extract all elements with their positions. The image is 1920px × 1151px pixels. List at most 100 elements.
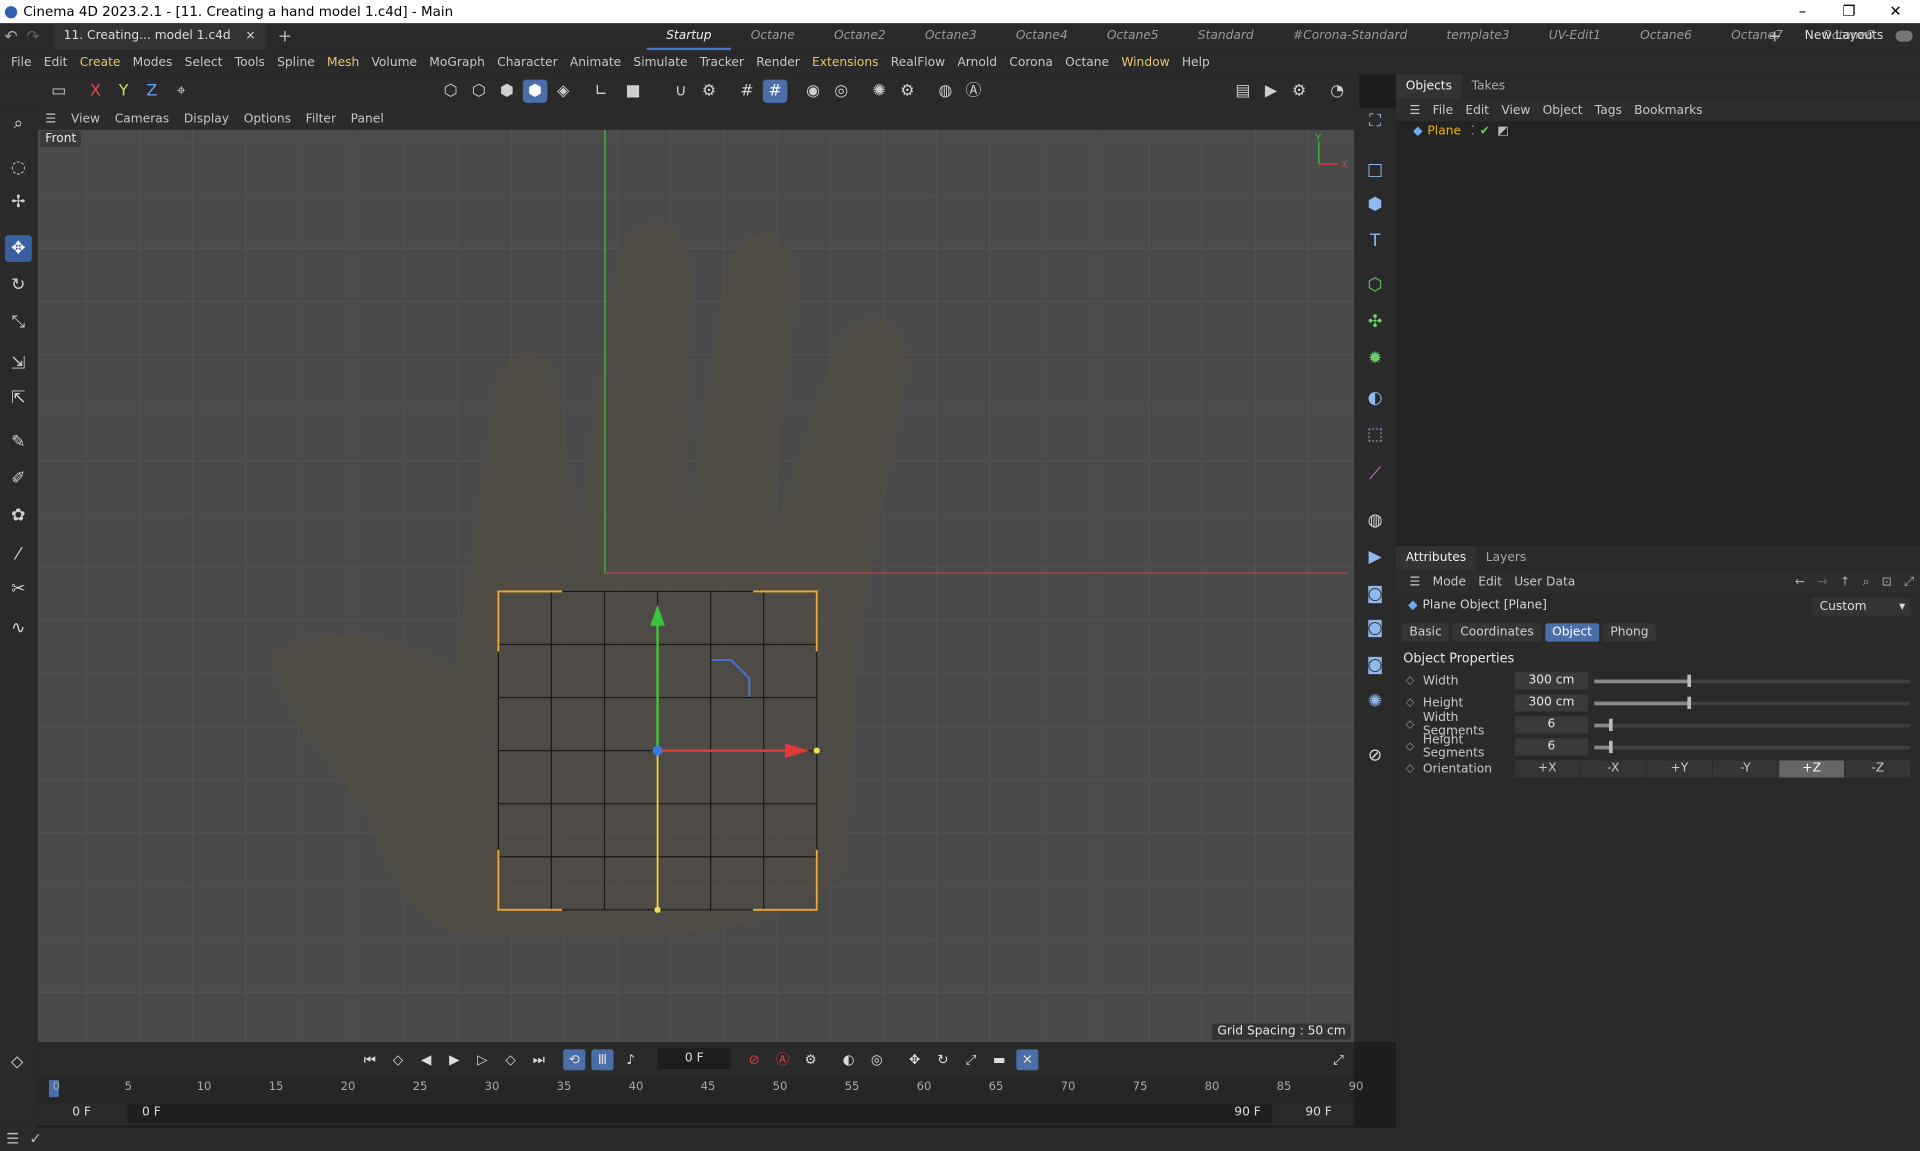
render-icon[interactable]: ⊘: [1362, 742, 1389, 769]
viewport-settings-icon[interactable]: ⚙: [895, 80, 919, 103]
menu-item[interactable]: Character: [491, 56, 564, 69]
subtab-object[interactable]: Object: [1544, 623, 1600, 642]
slider-knob[interactable]: [1687, 696, 1692, 709]
magnet-icon[interactable]: ∪: [669, 80, 693, 103]
environment-icon[interactable]: ◍: [1362, 507, 1389, 534]
field-icon[interactable]: ⬚: [1362, 421, 1389, 448]
layout-tab[interactable]: template3: [1427, 23, 1529, 50]
sky-icon[interactable]: ◔: [1325, 80, 1349, 103]
property-slider[interactable]: [1594, 696, 1911, 709]
arnold-icon[interactable]: Ⓐ: [961, 80, 985, 103]
nav-back-icon[interactable]: ←: [1789, 575, 1812, 588]
brush-icon[interactable]: ⁄: [5, 541, 32, 568]
objects-menu-item[interactable]: Object: [1537, 103, 1589, 116]
layout-tab[interactable]: Octane3: [905, 23, 996, 50]
snap-settings-icon[interactable]: ⚙: [697, 80, 721, 103]
orientation-button[interactable]: -Z: [1845, 760, 1911, 778]
lock-z-button[interactable]: Z: [140, 80, 164, 103]
menu-item[interactable]: Modes: [127, 56, 179, 69]
spline-icon[interactable]: ⟋: [1362, 460, 1389, 487]
layout-tab[interactable]: Octane: [731, 23, 814, 50]
layout-tab[interactable]: Standard: [1178, 23, 1273, 50]
start-frame-field[interactable]: 0 F: [72, 1106, 91, 1119]
objects-menu-icon[interactable]: ☰: [1403, 103, 1426, 116]
octane-icon[interactable]: ◍: [933, 80, 957, 103]
menu-item[interactable]: Spline: [271, 56, 321, 69]
key-rot-icon[interactable]: ↻: [932, 1049, 954, 1070]
layout-tab[interactable]: Octane4: [996, 23, 1087, 50]
visibility-dots-icon[interactable]: ⁚: [1471, 124, 1475, 137]
menu-item[interactable]: Octane: [1059, 56, 1115, 69]
redo-icon[interactable]: ↷: [22, 28, 44, 46]
property-value-field[interactable]: 300 cm: [1514, 694, 1589, 712]
timeline-expand-icon[interactable]: ⤢: [1327, 1049, 1349, 1070]
menu-item[interactable]: Create: [74, 56, 127, 69]
stage-icon[interactable]: ◙: [1362, 615, 1389, 642]
menu-item[interactable]: Extensions: [806, 56, 885, 69]
keyframe-diamond-icon[interactable]: ◇: [1406, 697, 1416, 709]
viewport-menu-icon[interactable]: ☰: [38, 112, 64, 125]
record-icon[interactable]: ⊘: [743, 1049, 765, 1070]
preview-start-field[interactable]: 0 F: [142, 1106, 161, 1119]
viewport-menu-item[interactable]: Panel: [343, 112, 391, 125]
symmetry-icon[interactable]: ◎: [829, 80, 853, 103]
scene-camera-icon[interactable]: ▶: [1362, 544, 1389, 571]
move-tool-icon[interactable]: ✥: [4, 235, 32, 263]
camera-icon[interactable]: ⛶: [1362, 108, 1389, 135]
viewport-menu-item[interactable]: Cameras: [107, 112, 176, 125]
points-mode-icon[interactable]: ⬡: [438, 80, 462, 103]
enabled-check-icon[interactable]: ✔: [1480, 124, 1490, 137]
objects-tab[interactable]: Takes: [1462, 75, 1515, 99]
menu-item[interactable]: Help: [1176, 56, 1216, 69]
loop-icon[interactable]: ⟲: [563, 1049, 586, 1071]
menu-item[interactable]: Corona: [1003, 56, 1059, 69]
menu-item[interactable]: Volume: [365, 56, 423, 69]
menu-item[interactable]: Window: [1115, 56, 1176, 69]
layout-tab[interactable]: Octane5: [1087, 23, 1178, 50]
rotate-tool-icon[interactable]: ↻: [5, 272, 32, 299]
menu-item[interactable]: Tools: [229, 56, 271, 69]
viewport-front[interactable]: Y X Front Grid Spacing : 50 cm: [37, 129, 1355, 1043]
workplane-snap-icon[interactable]: #: [762, 79, 788, 103]
menu-item[interactable]: File: [5, 56, 38, 69]
property-value-field[interactable]: 300 cm: [1514, 672, 1589, 690]
property-slider[interactable]: [1594, 740, 1911, 754]
keyframe-diamond-icon[interactable]: ◇: [1406, 675, 1416, 687]
layout-tab[interactable]: UV-Edit1: [1529, 23, 1620, 50]
property-value-field[interactable]: 6: [1514, 738, 1589, 756]
subdivision-icon[interactable]: ⬡: [1362, 272, 1389, 299]
knife-icon[interactable]: ✂: [5, 576, 32, 603]
spline-pen-icon[interactable]: ✐: [5, 465, 32, 492]
pen-tool-icon[interactable]: ✎: [5, 429, 32, 456]
object-name[interactable]: Plane: [1427, 124, 1461, 137]
range-slider[interactable]: [127, 1104, 1273, 1123]
attr-newpanel-icon[interactable]: ⤢: [1898, 575, 1920, 588]
timeline-ruler[interactable]: 0 5 10 15 20 25 30 35 40 45 50 55 60 65 70 75 80 85 90: [37, 1076, 1363, 1104]
attributes-menu-item[interactable]: Mode: [1427, 575, 1473, 588]
objects-menu-item[interactable]: Tags: [1589, 103, 1628, 116]
prev-frame-icon[interactable]: ◀: [415, 1049, 437, 1070]
property-slider[interactable]: [1594, 674, 1911, 687]
orientation-button[interactable]: -Y: [1713, 760, 1778, 778]
nav-up-icon[interactable]: ↑: [1834, 575, 1857, 588]
next-frame-icon[interactable]: ▷: [471, 1049, 493, 1070]
layout-tab[interactable]: #Corona-Standard: [1273, 23, 1427, 50]
keyframe-icon[interactable]: ◇: [11, 1053, 23, 1071]
menu-item[interactable]: MoGraph: [423, 56, 491, 69]
render-view-icon[interactable]: ▶: [1259, 80, 1283, 103]
render-region-icon[interactable]: ▤: [1231, 80, 1255, 103]
slider-knob[interactable]: [1608, 740, 1613, 754]
layout-tab[interactable]: Octane7: [1712, 23, 1803, 50]
orientation-button[interactable]: +Z: [1779, 760, 1845, 778]
attributes-tab[interactable]: Attributes: [1395, 546, 1476, 571]
null-object-icon[interactable]: □: [1362, 157, 1389, 184]
fps-icon[interactable]: Ⅲ: [591, 1049, 614, 1071]
objects-menu-item[interactable]: Edit: [1459, 103, 1495, 116]
menu-item[interactable]: Select: [179, 56, 229, 69]
key-scale-icon[interactable]: ⤢: [960, 1049, 982, 1070]
menu-item[interactable]: Animate: [564, 56, 628, 69]
objects-tab[interactable]: Objects: [1395, 74, 1462, 100]
scale-tool-icon[interactable]: ⤡: [5, 309, 32, 336]
objects-menu-item[interactable]: Bookmarks: [1628, 103, 1709, 116]
layout-tab[interactable]: Octane2: [814, 23, 905, 50]
